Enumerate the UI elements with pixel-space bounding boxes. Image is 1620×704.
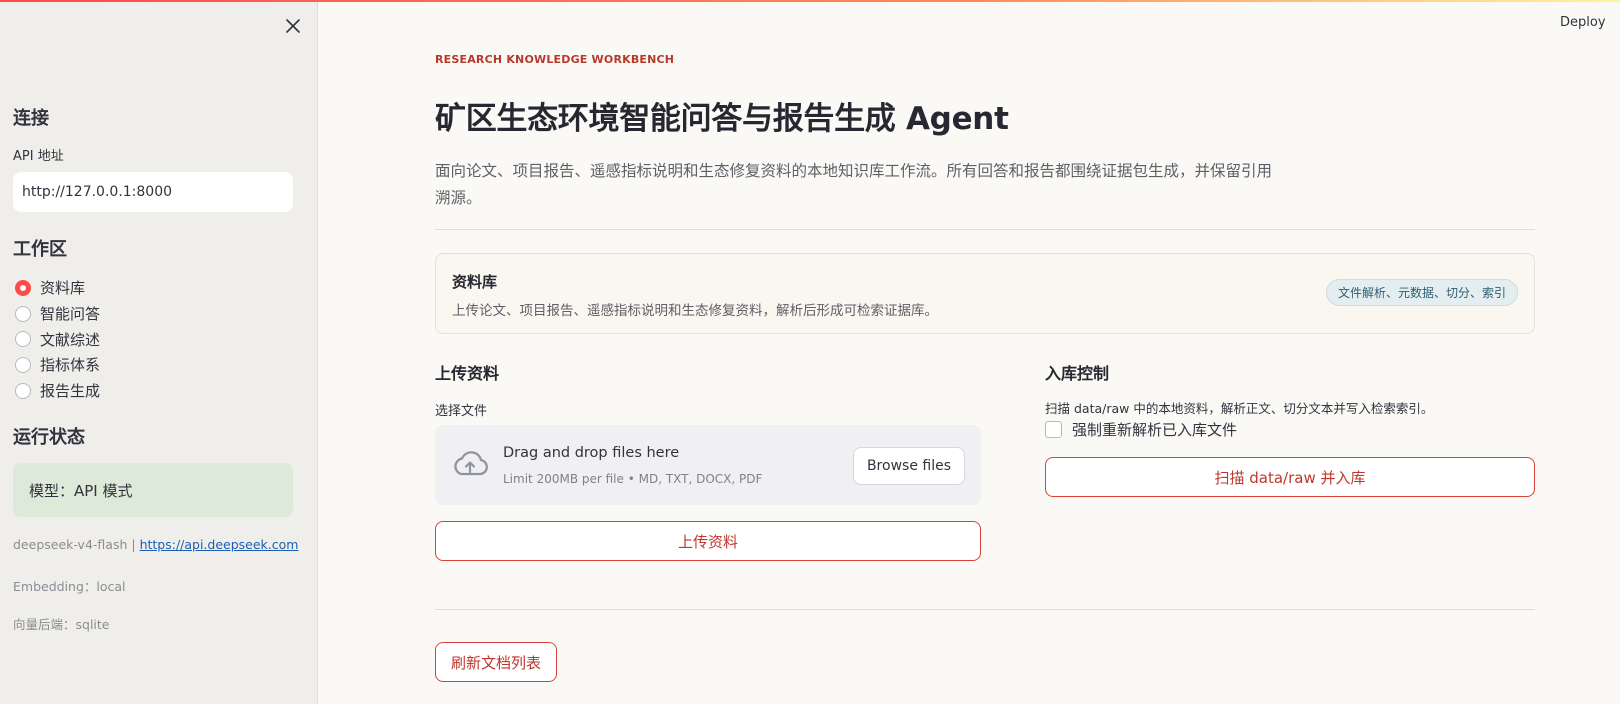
refresh-documents-button[interactable]: 刷新文档列表 bbox=[435, 642, 557, 682]
scan-ingest-button[interactable]: 扫描 data/raw 并入库 bbox=[1045, 457, 1535, 497]
vector-backend-info: 向量后端：sqlite bbox=[13, 617, 110, 632]
top-accent-line bbox=[0, 0, 1620, 2]
divider bbox=[435, 609, 1535, 610]
page-title: 矿区生态环境智能问答与报告生成 Agent bbox=[435, 101, 1009, 137]
ingest-heading: 入库控制 bbox=[1045, 364, 1110, 383]
sidebar: 连接 API 地址 工作区 资料库 智能问答 文献综述 指标体系 报告生成 运行… bbox=[0, 0, 318, 704]
workspace-option-literature-review[interactable]: 文献综述 bbox=[15, 326, 100, 352]
card-subtitle: 上传论文、项目报告、遥感指标说明和生态修复资料，解析后形成可检索证据库。 bbox=[452, 303, 938, 319]
checkbox-icon bbox=[1045, 421, 1062, 438]
card-title: 资料库 bbox=[452, 273, 498, 291]
file-dropzone[interactable]: Drag and drop files here Limit 200MB per… bbox=[435, 425, 981, 505]
library-info-card: 资料库 上传论文、项目报告、遥感指标说明和生态修复资料，解析后形成可检索证据库。… bbox=[435, 253, 1535, 334]
dropzone-limits: Limit 200MB per file • MD, TXT, DOCX, PD… bbox=[503, 472, 763, 486]
api-address-label: API 地址 bbox=[13, 149, 64, 164]
workspace-radio-group: 资料库 智能问答 文献综述 指标体系 报告生成 bbox=[15, 275, 100, 403]
pipeline-badge: 文件解析、元数据、切分、索引 bbox=[1325, 279, 1518, 306]
workspace-option-indicator-system[interactable]: 指标体系 bbox=[15, 352, 100, 378]
radio-icon bbox=[15, 382, 31, 399]
upload-heading: 上传资料 bbox=[435, 364, 500, 383]
connection-heading: 连接 bbox=[13, 108, 49, 129]
upload-button[interactable]: 上传资料 bbox=[435, 521, 981, 561]
cloud-upload-icon bbox=[454, 451, 488, 476]
divider bbox=[435, 229, 1535, 230]
api-address-input[interactable] bbox=[13, 172, 293, 212]
force-reparse-checkbox[interactable]: 强制重新解析已入库文件 bbox=[1045, 419, 1237, 440]
browse-files-button[interactable]: Browse files bbox=[852, 447, 965, 485]
file-select-label: 选择文件 bbox=[435, 404, 488, 419]
workspace-option-library[interactable]: 资料库 bbox=[15, 275, 100, 301]
model-status-box: 模型：API 模式 bbox=[13, 463, 293, 517]
embedding-info: Embedding：local bbox=[13, 579, 126, 594]
model-info: deepseek-v4-flash | https://api.deepseek… bbox=[13, 537, 298, 552]
model-name: deepseek-v4-flash | bbox=[13, 537, 136, 552]
close-icon bbox=[286, 19, 300, 33]
close-sidebar-button[interactable] bbox=[281, 14, 305, 38]
deploy-button[interactable]: Deploy bbox=[1560, 15, 1606, 30]
page-kicker: RESEARCH KNOWLEDGE WORKBENCH bbox=[435, 53, 675, 66]
workspace-option-qa[interactable]: 智能问答 bbox=[15, 301, 100, 327]
model-api-link[interactable]: https://api.deepseek.com bbox=[140, 537, 299, 552]
ingest-description: 扫描 data/raw 中的本地资料，解析正文、切分文本并写入检索索引。 bbox=[1045, 401, 1434, 416]
workspace-heading: 工作区 bbox=[13, 239, 67, 260]
dropzone-instruction: Drag and drop files here bbox=[503, 445, 680, 461]
radio-icon bbox=[15, 356, 31, 373]
radio-icon bbox=[15, 331, 31, 348]
page-description: 面向论文、项目报告、遥感指标说明和生态修复资料的本地知识库工作流。所有回答和报告… bbox=[435, 162, 1273, 207]
workspace-option-report-generation[interactable]: 报告生成 bbox=[15, 378, 100, 404]
radio-icon bbox=[15, 305, 31, 322]
radio-selected-icon bbox=[15, 279, 31, 296]
status-heading: 运行状态 bbox=[13, 427, 85, 448]
